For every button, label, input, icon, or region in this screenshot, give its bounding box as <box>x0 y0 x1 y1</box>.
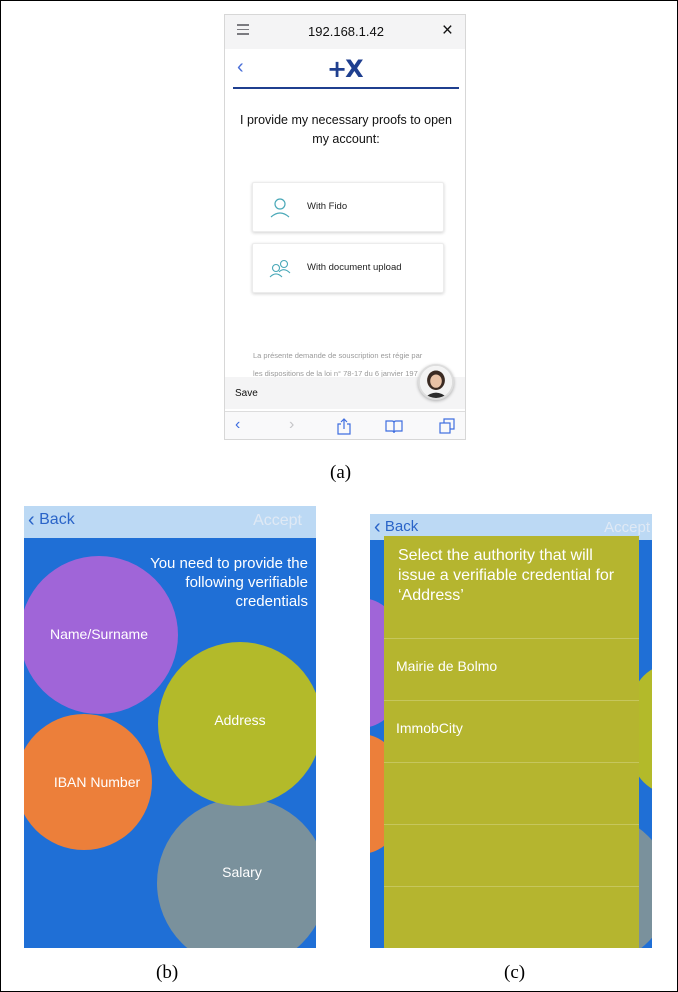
option-label: With document upload <box>307 262 402 273</box>
url-text[interactable]: 192.168.1.42 <box>225 24 465 39</box>
nav-bar: ‹ Back Accept <box>24 506 316 538</box>
save-button[interactable]: Save <box>235 388 258 399</box>
brand-logo: +X <box>327 55 364 83</box>
dialog-title: Select the authority that will issue a v… <box>398 547 615 604</box>
credential-iban-number[interactable]: IBAN Number <box>24 714 152 850</box>
authority-option-empty <box>384 886 639 948</box>
with-document-upload-option[interactable]: With document upload <box>252 243 444 293</box>
back-arrow-icon[interactable]: ‹ <box>235 416 240 434</box>
intro-text: You need to provide the following verifi… <box>150 555 308 610</box>
accept-button[interactable]: Accept <box>253 512 302 530</box>
people-icon <box>269 259 291 278</box>
authority-selection-screen: ‹ Back Accept de le ls Select the author… <box>370 514 652 948</box>
authority-option-immobcity[interactable]: ImmobCity <box>384 700 639 762</box>
legal-line: La présente demande de souscription est … <box>253 351 423 360</box>
assistant-avatar[interactable] <box>418 364 454 400</box>
browser-address-bar: 192.168.1.42 × <box>225 15 465 49</box>
proofs-title: I provide my necessary proofs to open my… <box>240 113 452 146</box>
bookmarks-icon[interactable] <box>385 420 403 434</box>
forward-arrow-icon[interactable]: › <box>289 416 294 434</box>
credential-label: Salary <box>222 864 262 880</box>
close-icon[interactable]: × <box>442 20 453 42</box>
browser-toolbar: ‹ › <box>225 411 465 439</box>
phone-browser-screen: 192.168.1.42 × ‹ +X I provide my necessa… <box>224 14 466 440</box>
back-label: Back <box>39 511 75 528</box>
caption-b: (b) <box>156 962 179 983</box>
authority-label: Mairie de Bolmo <box>396 658 498 674</box>
back-chevron-icon[interactable]: ‹ <box>237 56 244 79</box>
share-icon[interactable] <box>337 418 351 435</box>
authority-option-mairie-de-bolmo[interactable]: Mairie de Bolmo <box>384 638 639 700</box>
back-label: Back <box>384 518 419 535</box>
person-icon <box>270 198 290 218</box>
authority-label: ImmobCity <box>396 720 463 736</box>
caption-c: (c) <box>504 962 526 983</box>
credential-label: Address <box>214 712 266 728</box>
header-underline <box>233 87 459 89</box>
woman-avatar-icon <box>420 366 452 398</box>
back-button[interactable]: ‹ Back <box>28 509 75 532</box>
credential-label: IBAN Number <box>53 774 141 790</box>
back-chevron-icon: ‹ <box>374 516 381 538</box>
option-label: With Fido <box>307 201 348 212</box>
back-chevron-icon: ‹ <box>28 509 35 531</box>
credential-salary[interactable]: Salary <box>157 798 316 948</box>
accept-button[interactable]: Accept <box>604 519 650 536</box>
credential-label: Name/Surname <box>49 626 149 642</box>
credentials-screen: ‹ Back Accept Name/Surname IBAN Number S… <box>24 506 316 948</box>
authority-dialog: Select the authority that will issue a v… <box>384 536 639 948</box>
caption-a: (a) <box>330 462 352 483</box>
credential-address[interactable]: Address <box>158 642 316 806</box>
tabs-icon[interactable] <box>439 418 455 434</box>
with-fido-option[interactable]: With Fido <box>252 182 444 232</box>
authority-option-empty <box>384 824 639 886</box>
authority-option-empty <box>384 762 639 824</box>
app-header: ‹ +X <box>225 49 465 89</box>
